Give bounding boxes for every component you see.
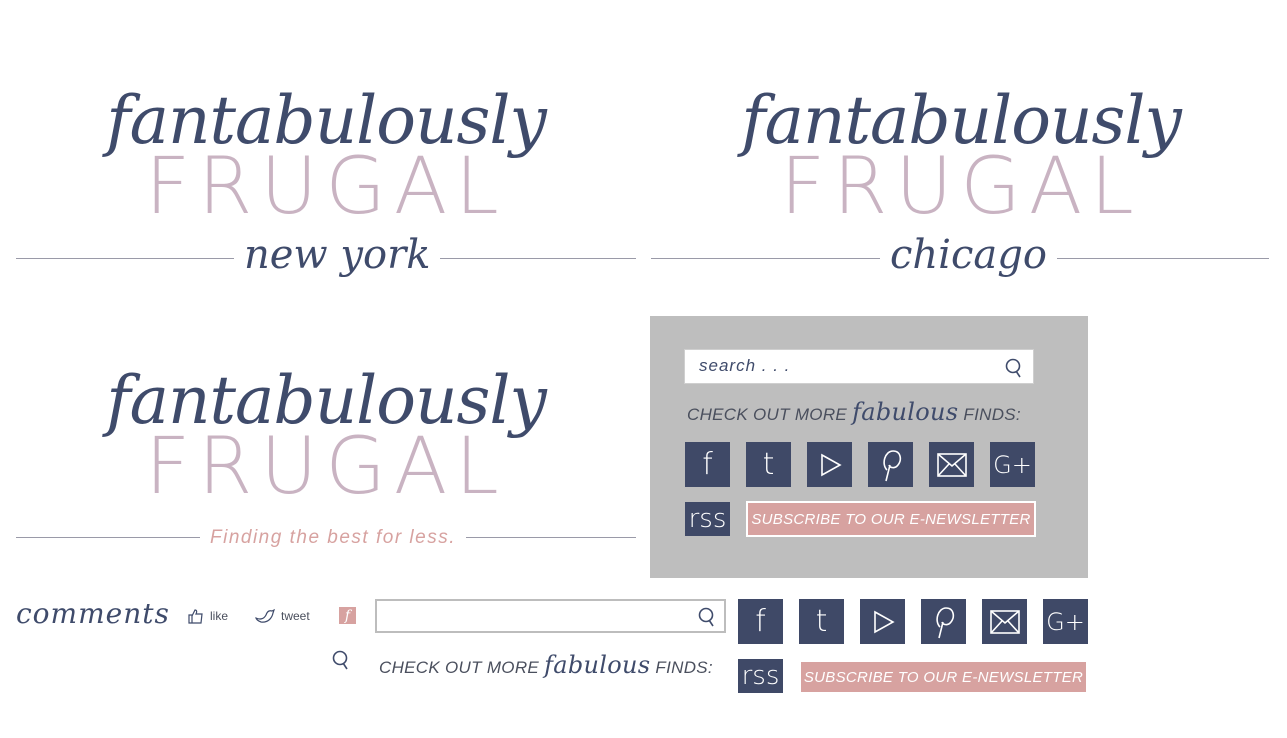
cta-script: fabulous bbox=[852, 398, 959, 426]
subscribe-button[interactable]: SUBSCRIBE TO OUR E-NEWSLETTER bbox=[746, 501, 1036, 537]
logo-new-york: fantabulously FRUGAL bbox=[106, 88, 547, 232]
sidebar-cta: CHECK OUT MORE fabulous FINDS: bbox=[687, 398, 1021, 426]
facebook-icon[interactable]: f bbox=[685, 442, 730, 487]
google-plus-icon[interactable]: G+ bbox=[990, 442, 1035, 487]
search-placeholder: search . . . bbox=[699, 356, 791, 375]
search-icon[interactable] bbox=[696, 606, 718, 628]
logo-frugal-text: FRUGAL bbox=[145, 142, 507, 232]
bottom-search-input[interactable] bbox=[375, 599, 726, 633]
youtube-play-icon[interactable] bbox=[807, 442, 852, 487]
twitter-bird-icon bbox=[255, 608, 275, 623]
play-icon bbox=[873, 610, 895, 633]
cta-suffix: FINDS: bbox=[963, 405, 1021, 424]
cta-prefix: CHECK OUT MORE bbox=[687, 405, 848, 424]
bottom-cta: CHECK OUT MORE fabulous FINDS: bbox=[379, 651, 713, 679]
envelope-icon bbox=[936, 452, 967, 477]
logo-tagline-main: Finding the best for less. bbox=[200, 526, 466, 550]
play-icon bbox=[820, 453, 842, 476]
pinterest-glyph-icon bbox=[882, 449, 901, 481]
subscribe-button[interactable]: SUBSCRIBE TO OUR E-NEWSLETTER bbox=[801, 662, 1086, 692]
comments-label: comments bbox=[16, 597, 170, 630]
magnifier-icon[interactable] bbox=[330, 649, 352, 671]
logo-chicago: fantabulously FRUGAL bbox=[741, 88, 1182, 232]
tumblr-icon[interactable]: t bbox=[799, 599, 844, 644]
pinterest-glyph-icon bbox=[935, 606, 954, 638]
logo-tagline-chicago: chicago bbox=[880, 230, 1057, 280]
logo-frugal-text: FRUGAL bbox=[145, 422, 507, 512]
sidebar-search-input[interactable]: search . . . bbox=[684, 349, 1034, 384]
logo-frugal-text: FRUGAL bbox=[780, 142, 1142, 232]
like-label: like bbox=[210, 609, 229, 623]
google-plus-icon[interactable]: G+ bbox=[1043, 599, 1088, 644]
logo-tagline-new-york: new york bbox=[234, 230, 441, 280]
email-icon[interactable] bbox=[982, 599, 1027, 644]
pinterest-icon[interactable] bbox=[921, 599, 966, 644]
logo-main: fantabulously FRUGAL bbox=[106, 368, 547, 512]
sidebar-panel: search . . . CHECK OUT MORE fabulous FIN… bbox=[650, 316, 1088, 578]
cta-script: fabulous bbox=[544, 651, 651, 679]
tumblr-icon[interactable]: t bbox=[746, 442, 791, 487]
rss-icon[interactable]: rss bbox=[738, 659, 783, 693]
brand-f-icon[interactable]: f bbox=[339, 607, 356, 624]
envelope-icon bbox=[989, 609, 1020, 634]
search-icon[interactable] bbox=[1003, 357, 1025, 379]
facebook-icon[interactable]: f bbox=[738, 599, 783, 644]
cta-suffix: FINDS: bbox=[655, 658, 713, 677]
thumbs-up-icon bbox=[188, 609, 203, 624]
email-icon[interactable] bbox=[929, 442, 974, 487]
youtube-play-icon[interactable] bbox=[860, 599, 905, 644]
pinterest-icon[interactable] bbox=[868, 442, 913, 487]
tweet-button[interactable]: tweet bbox=[255, 608, 310, 624]
rss-icon[interactable]: rss bbox=[685, 502, 730, 536]
cta-prefix: CHECK OUT MORE bbox=[379, 658, 540, 677]
like-button[interactable]: like bbox=[188, 608, 228, 624]
tweet-label: tweet bbox=[281, 609, 310, 623]
